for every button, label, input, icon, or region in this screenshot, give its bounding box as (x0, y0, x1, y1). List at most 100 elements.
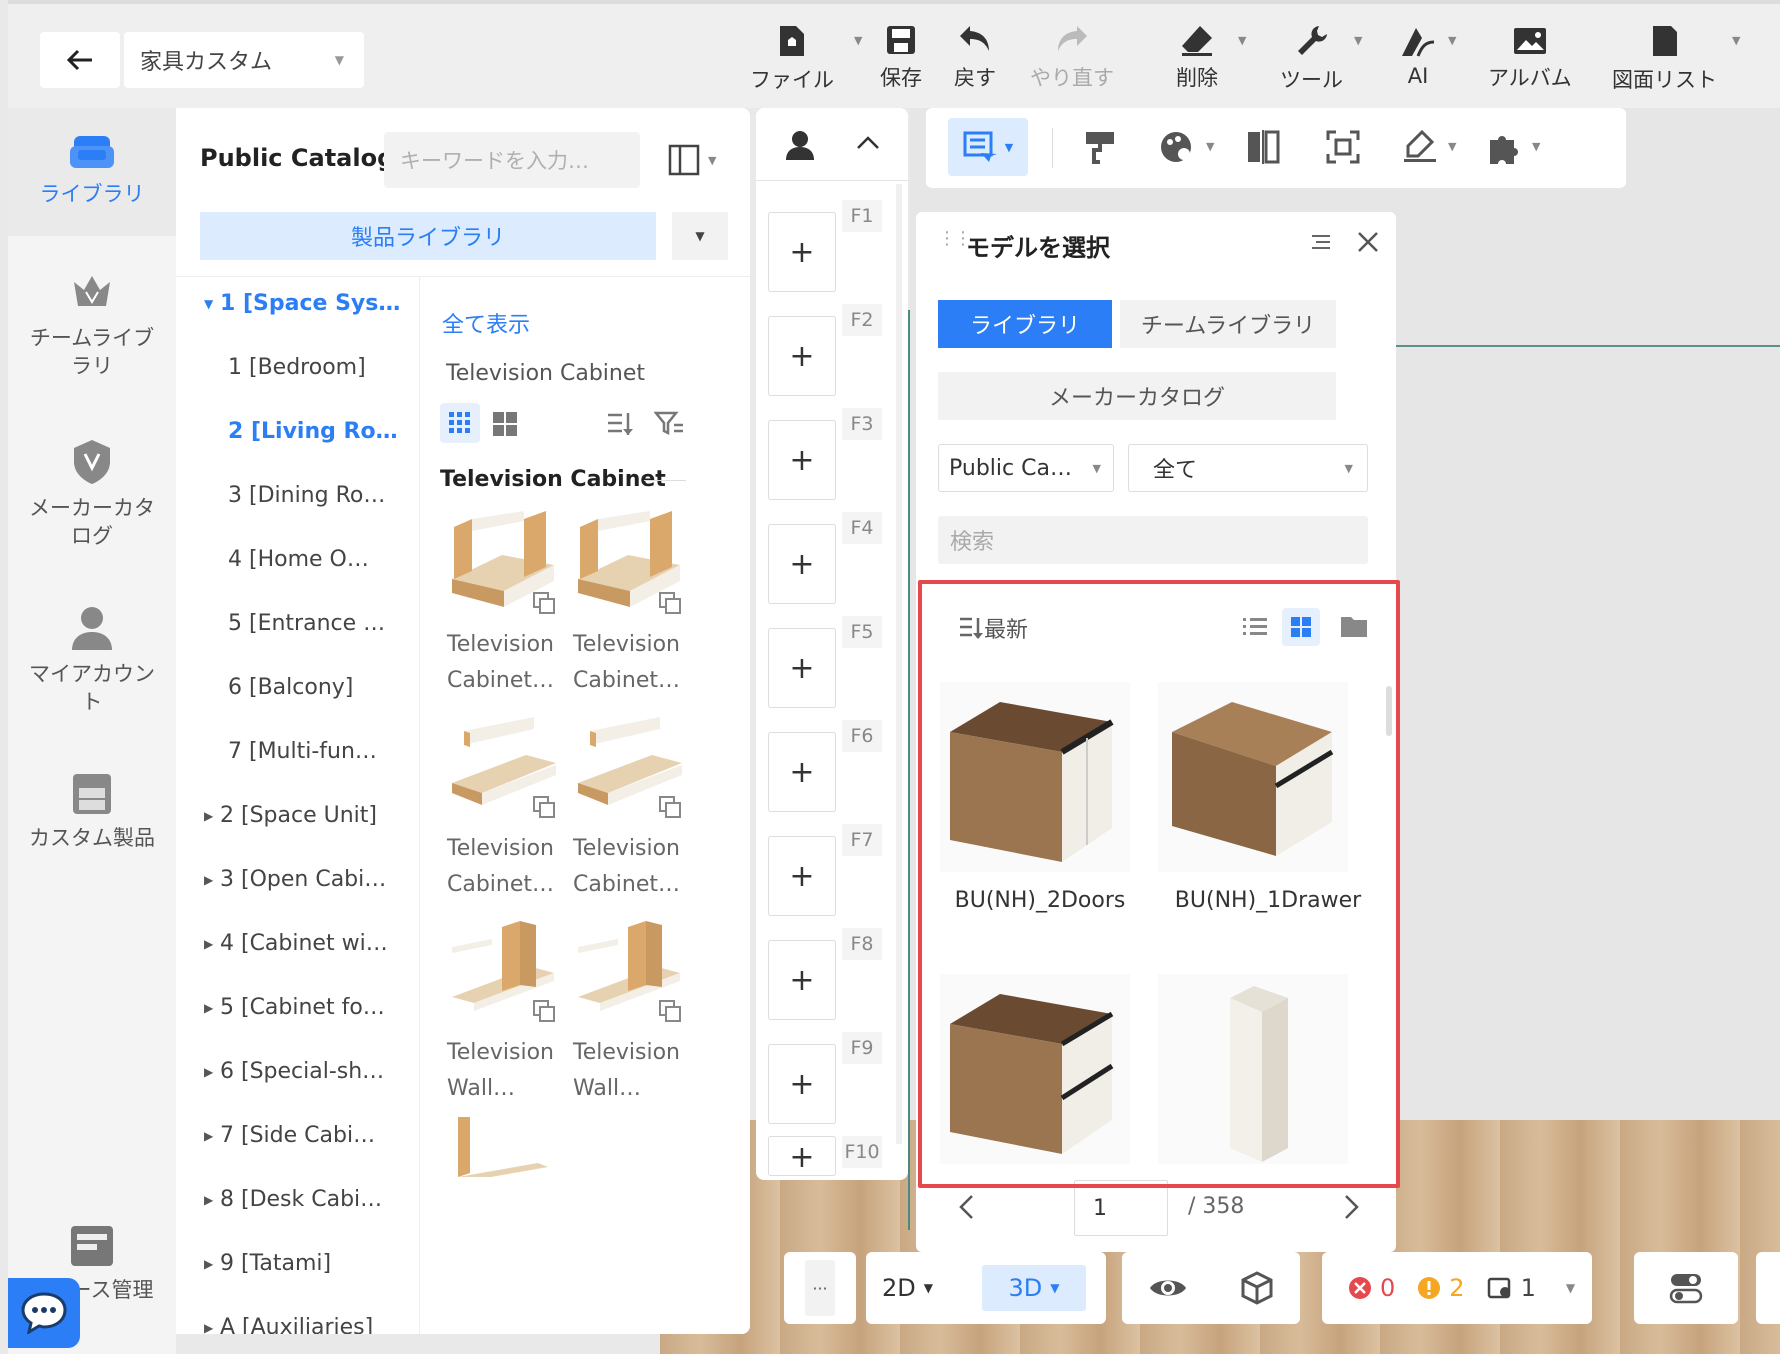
grid-view-toggle[interactable] (440, 403, 480, 443)
large-grid-toggle[interactable] (492, 411, 518, 437)
toolbar-tools[interactable]: ツール (1280, 24, 1343, 94)
back-button[interactable] (40, 32, 120, 88)
chevron-down-icon[interactable]: ▼ (854, 34, 862, 47)
caret-right-icon[interactable]: ▶ (204, 1257, 213, 1271)
model-thumbnail[interactable] (1158, 682, 1348, 872)
maker-catalog-button[interactable]: メーカーカタログ (938, 372, 1336, 420)
product-thumbnail[interactable] (444, 713, 558, 819)
tree-item[interactable]: 7 [Multi-fun… (176, 739, 419, 779)
tree-item[interactable]: 2 [Living Ro… (176, 419, 419, 459)
sidebar-item-custom-product[interactable]: カスタム製品 (8, 772, 176, 852)
category-filter-select[interactable]: 全て ▼ (1128, 444, 1368, 492)
model-thumbnail[interactable] (940, 682, 1130, 872)
tree-item[interactable]: 1 [Bedroom] (176, 355, 419, 395)
tree-item[interactable]: ▶ 5 [Cabinet fo… (176, 995, 419, 1035)
shortcut-slot[interactable]: + (768, 212, 836, 292)
layout-toggle[interactable]: ▼ (668, 144, 716, 176)
filter-button[interactable] (654, 411, 684, 437)
model-thumbnail[interactable] (1158, 974, 1348, 1164)
scrollbar[interactable] (896, 184, 902, 1144)
mirror-button[interactable] (1246, 130, 1280, 164)
mode-3d-button[interactable]: 3D ▼ (982, 1265, 1086, 1311)
scrollbar[interactable] (1386, 686, 1392, 736)
user-icon[interactable] (784, 130, 816, 160)
caret-right-icon[interactable]: ▶ (204, 873, 213, 887)
toolbar-drawing-list[interactable]: 図面リスト (1612, 24, 1717, 94)
chevron-down-icon[interactable]: ▼ (1732, 34, 1740, 47)
product-thumbnail[interactable] (570, 917, 684, 1023)
chevron-down-icon[interactable]: ▼ (1448, 140, 1456, 153)
shortcut-slot[interactable]: + (768, 732, 836, 812)
page-input[interactable]: 1 (1074, 1180, 1168, 1236)
tree-item[interactable]: ▶ 6 [Special-sh… (176, 1059, 419, 1099)
measure-button[interactable] (1402, 130, 1438, 164)
product-thumbnail[interactable] (570, 713, 684, 819)
product-thumbnail[interactable] (444, 917, 558, 1023)
design-selector[interactable]: 家具カスタム ▼ (124, 32, 364, 88)
tree-item[interactable]: 5 [Entrance … (176, 611, 419, 651)
chevron-up-icon[interactable] (856, 134, 880, 150)
tree-item[interactable]: ▶ 9 [Tatami] (176, 1251, 419, 1291)
chevron-down-icon[interactable]: ▼ (1532, 140, 1540, 153)
tree-item[interactable]: ▶ A [Auxiliaries] (176, 1315, 419, 1334)
toolbar-file[interactable]: ファイル (750, 24, 834, 94)
chevron-down-icon[interactable]: ▼ (1238, 34, 1246, 47)
shortcut-slot[interactable]: + (768, 1044, 836, 1124)
paint-roller-button[interactable] (1084, 130, 1118, 164)
toolbar-ai[interactable]: AI (1400, 24, 1436, 88)
toggle-settings-button[interactable] (1669, 1271, 1703, 1305)
toolbar-save[interactable]: 保存 (880, 24, 922, 92)
shortcut-slot[interactable]: + (768, 420, 836, 500)
caret-right-icon[interactable]: ▶ (204, 809, 213, 823)
list-view-button[interactable] (1242, 616, 1268, 638)
next-page-button[interactable] (1344, 1194, 1360, 1220)
breadcrumb[interactable]: Television Cabinet (446, 361, 645, 386)
catalog-search-input[interactable]: キーワードを入力… (384, 132, 640, 188)
product-thumbnail[interactable] (570, 509, 684, 615)
material-button[interactable] (1160, 130, 1196, 164)
tree-item[interactable]: ▶ 3 [Open Cabi… (176, 867, 419, 907)
library-dropdown[interactable]: ▼ (672, 212, 728, 260)
sidebar-item-maker-catalog[interactable]: メーカーカタログ (8, 438, 176, 550)
tree-item[interactable]: ▶ 4 [Cabinet wi… (176, 931, 419, 971)
tree-item[interactable]: ▶ 8 [Desk Cabi… (176, 1187, 419, 1227)
sidebar-item-my-account[interactable]: マイアカウント (8, 604, 176, 716)
select-tool-button[interactable]: ▼ (948, 118, 1028, 176)
plugin-button[interactable] (1486, 130, 1522, 166)
sidebar-item-library[interactable]: ライブラリ (8, 108, 176, 236)
tree-item[interactable]: 6 [Balcony] (176, 675, 419, 715)
folder-view-button[interactable] (1340, 614, 1368, 638)
catalog-filter-select[interactable]: Public Ca… ▼ (938, 444, 1114, 492)
chevron-down-icon[interactable]: ▼ (1206, 140, 1214, 153)
shortcut-slot[interactable]: + (768, 628, 836, 708)
tree-item[interactable]: ▶ 7 [Side Cabi… (176, 1123, 419, 1163)
caret-right-icon[interactable]: ▶ (204, 1193, 213, 1207)
status-indicators[interactable]: 0 2 1 ▼ (1322, 1252, 1592, 1324)
shortcut-slot[interactable]: + (768, 316, 836, 396)
tab-team-library[interactable]: チームライブラリ (1120, 300, 1336, 348)
caret-right-icon[interactable]: ▶ (204, 1321, 213, 1334)
more-button[interactable]: ··· (805, 1260, 835, 1316)
mode-2d-button[interactable]: 2D ▼ (882, 1274, 982, 1302)
caret-right-icon[interactable]: ▶ (204, 937, 213, 951)
shortcut-slot[interactable]: + (768, 1136, 836, 1176)
shortcut-slot[interactable]: + (768, 940, 836, 1020)
caret-down-icon[interactable]: ▼ (204, 297, 213, 311)
shortcut-slot[interactable]: + (768, 836, 836, 916)
tab-library[interactable]: ライブラリ (938, 300, 1112, 348)
model-search-input[interactable]: 検索 (938, 516, 1368, 564)
chevron-down-icon[interactable]: ▼ (1448, 34, 1456, 47)
visibility-button[interactable] (1148, 1275, 1188, 1301)
product-thumbnail[interactable] (444, 1117, 558, 1177)
toolbar-undo[interactable]: 戻す (954, 24, 996, 92)
product-library-button[interactable]: 製品ライブラリ (200, 212, 656, 260)
caret-right-icon[interactable]: ▶ (204, 1001, 213, 1015)
sort-latest-button[interactable]: 最新 (958, 612, 1028, 644)
box-view-button[interactable] (1239, 1270, 1275, 1306)
prev-page-button[interactable] (958, 1194, 974, 1220)
caret-right-icon[interactable]: ▶ (204, 1065, 213, 1079)
sort-button[interactable] (606, 411, 634, 437)
chat-support-button[interactable] (8, 1278, 80, 1348)
caret-right-icon[interactable]: ▶ (204, 1129, 213, 1143)
show-all-link[interactable]: 全て表示 (442, 307, 530, 339)
